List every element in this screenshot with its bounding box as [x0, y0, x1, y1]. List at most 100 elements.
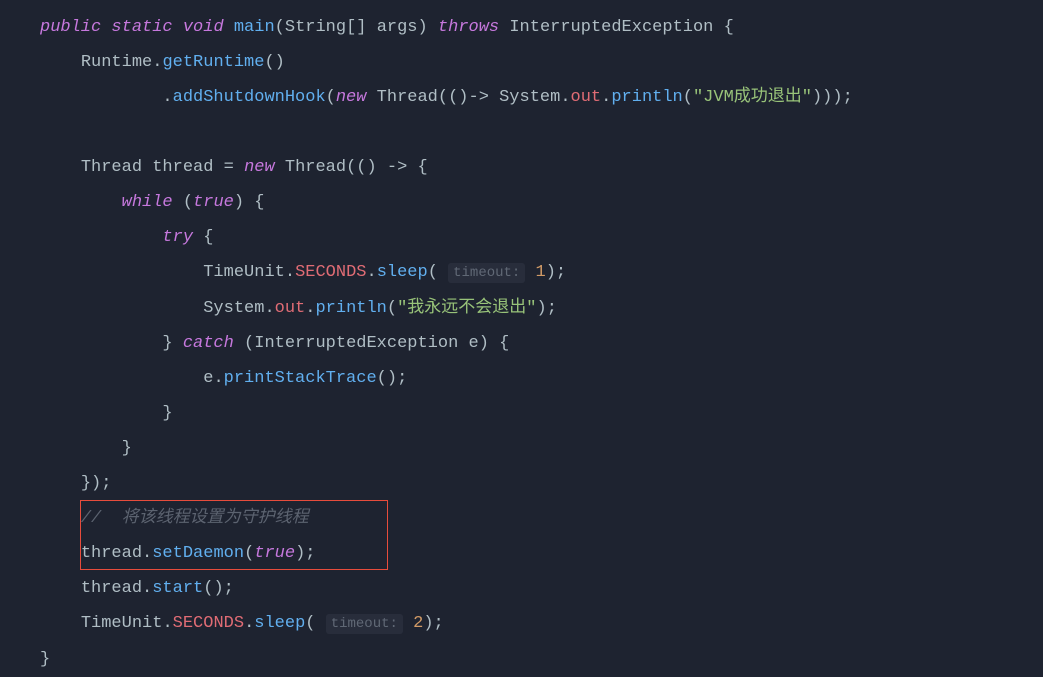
brace: }: [40, 650, 50, 669]
var-e: e: [203, 369, 213, 388]
punct: (: [244, 334, 254, 353]
number-literal: 1: [536, 263, 546, 282]
method-start: start: [152, 579, 203, 598]
punct: );: [537, 299, 557, 318]
punct: {: [203, 228, 213, 247]
method-printstacktrace: printStackTrace: [224, 369, 377, 388]
punct: (: [183, 193, 193, 212]
punct: );: [423, 614, 443, 633]
punct: .: [285, 263, 295, 282]
punct: ) {: [234, 193, 265, 212]
punct: (: [244, 544, 254, 563]
code-line: System.out.println("我永远不会退出");: [40, 291, 1003, 326]
punct: .: [162, 614, 172, 633]
punct: (: [275, 18, 285, 37]
exception-name: InterruptedException: [509, 18, 713, 37]
punct: );: [295, 544, 315, 563]
method-println: println: [611, 88, 682, 107]
punct: (: [428, 263, 448, 282]
punct: .: [162, 88, 172, 107]
code-line: .addShutdownHook(new Thread(()-> System.…: [40, 80, 1003, 115]
punct: (): [264, 53, 284, 72]
exception-name: InterruptedException: [254, 334, 458, 353]
parameter-hint: timeout:: [448, 263, 525, 283]
method-getruntime: getRuntime: [162, 53, 264, 72]
method-setdaemon: setDaemon: [152, 544, 244, 563]
comment: // 将该线程设置为守护线程: [81, 509, 309, 528]
parameter-hint: timeout:: [326, 614, 403, 634]
code-line: }: [40, 642, 1003, 677]
class-timeunit: TimeUnit: [203, 263, 285, 282]
keyword-public: public: [40, 18, 101, 37]
code-line: }: [40, 431, 1003, 466]
punct: .: [264, 299, 274, 318]
code-line-blank: [40, 115, 1003, 150]
punct: .: [213, 369, 223, 388]
keyword-true: true: [193, 193, 234, 212]
punct: });: [81, 474, 112, 493]
punct: ();: [377, 369, 408, 388]
method-sleep: sleep: [377, 263, 428, 282]
code-line: public static void main(String[] args) t…: [40, 10, 1003, 45]
var-e: e: [469, 334, 479, 353]
brace: }: [122, 439, 132, 458]
punct: .: [560, 88, 570, 107]
punct: .: [244, 614, 254, 633]
punct: );: [546, 263, 566, 282]
class-thread: Thread: [377, 88, 438, 107]
field-out: out: [571, 88, 602, 107]
class-system: System: [499, 88, 560, 107]
code-line: TimeUnit.SECONDS.sleep( timeout: 1);: [40, 255, 1003, 291]
method-addshutdownhook: addShutdownHook: [173, 88, 326, 107]
field-seconds: SECONDS: [173, 614, 244, 633]
param-args: args: [377, 18, 418, 37]
method-main: main: [234, 18, 275, 37]
field-seconds: SECONDS: [295, 263, 366, 282]
punct: )));: [812, 88, 853, 107]
class-timeunit: TimeUnit: [81, 614, 163, 633]
punct: }: [162, 334, 182, 353]
string-literal: "JVM成功退出": [693, 88, 812, 107]
keyword-new: new: [244, 158, 275, 177]
punct: (: [326, 88, 336, 107]
code-line: } catch (InterruptedException e) {: [40, 326, 1003, 361]
punct: ();: [203, 579, 234, 598]
punct: .: [152, 53, 162, 72]
field-out: out: [275, 299, 306, 318]
code-line: while (true) {: [40, 185, 1003, 220]
keyword-true: true: [254, 544, 295, 563]
punct: .: [142, 579, 152, 598]
type-string: String: [285, 18, 346, 37]
punct: .: [601, 88, 611, 107]
operator: =: [224, 158, 234, 177]
punct: (: [305, 614, 325, 633]
code-line: e.printStackTrace();: [40, 361, 1003, 396]
punct: ): [418, 18, 438, 37]
punct: (()->: [438, 88, 499, 107]
keyword-void: void: [183, 18, 224, 37]
punct: ) {: [479, 334, 510, 353]
punct: (() -> {: [346, 158, 428, 177]
code-editor[interactable]: public static void main(String[] args) t…: [40, 10, 1003, 677]
code-line: });: [40, 466, 1003, 501]
keyword-static: static: [111, 18, 172, 37]
brace: {: [724, 18, 734, 37]
class-runtime: Runtime: [81, 53, 152, 72]
code-line: }: [40, 396, 1003, 431]
keyword-try: try: [162, 228, 193, 247]
code-line: thread.setDaemon(true);: [40, 536, 1003, 571]
code-line: try {: [40, 220, 1003, 255]
punct: (: [683, 88, 693, 107]
code-line: Thread thread = new Thread(() -> {: [40, 150, 1003, 185]
method-sleep: sleep: [254, 614, 305, 633]
punct: .: [366, 263, 376, 282]
keyword-throws: throws: [438, 18, 499, 37]
class-thread: Thread: [285, 158, 346, 177]
punct: (: [387, 299, 397, 318]
var-thread: thread: [81, 544, 142, 563]
class-system: System: [203, 299, 264, 318]
punct: .: [305, 299, 315, 318]
number-literal: 2: [413, 614, 423, 633]
code-line: Runtime.getRuntime(): [40, 45, 1003, 80]
punct: []: [346, 18, 377, 37]
